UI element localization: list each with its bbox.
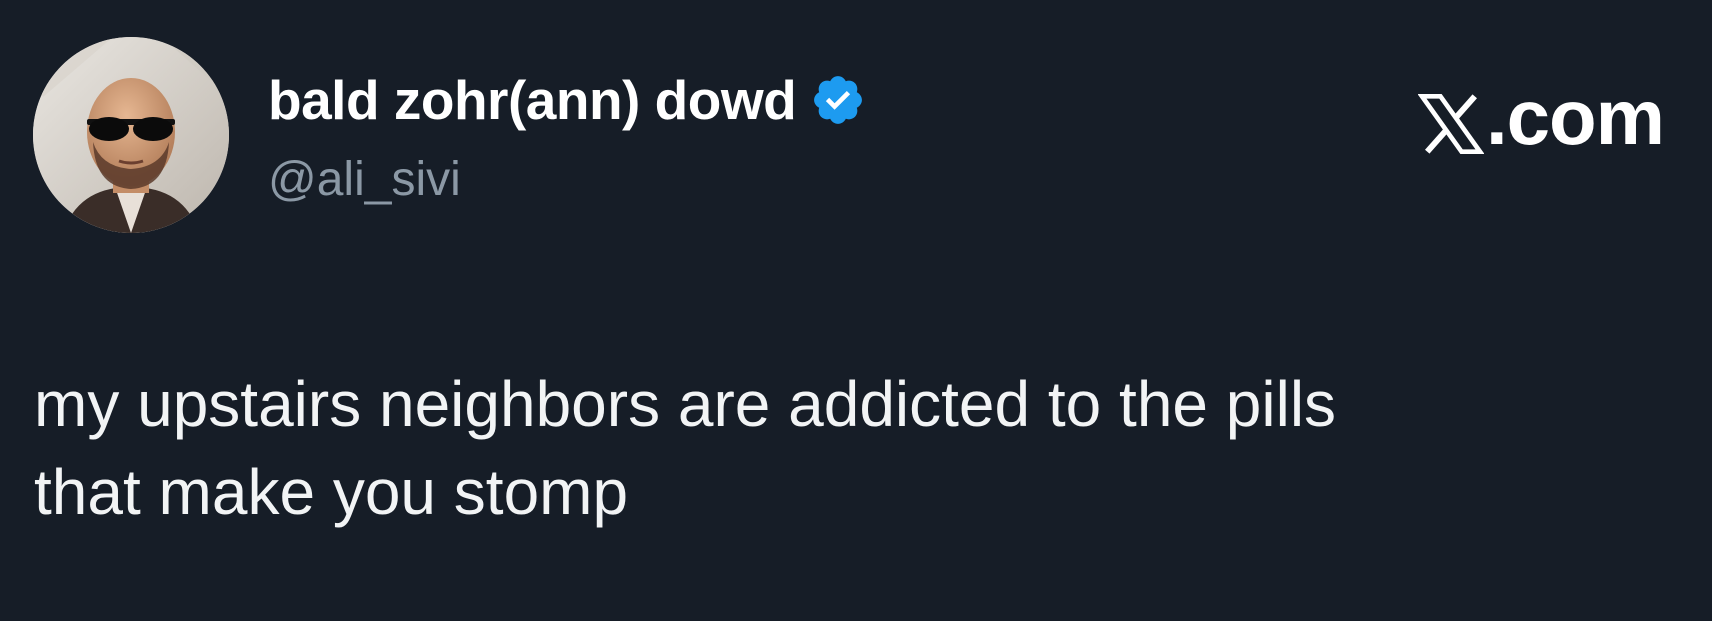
avatar-photo	[33, 37, 229, 233]
site-brand: .com	[1417, 72, 1665, 163]
site-domain-label: .com	[1485, 73, 1665, 161]
verified-badge-icon	[810, 72, 866, 128]
tweet-card: bald zohr(ann) dowd @ali_sivi .com my up…	[0, 0, 1712, 621]
x-logo-icon	[1417, 85, 1485, 154]
author-handle[interactable]: @ali_sivi	[268, 152, 461, 207]
avatar[interactable]	[33, 37, 229, 233]
author-name-row: bald zohr(ann) dowd	[268, 64, 866, 136]
tweet-text: my upstairs neighbors are addicted to th…	[34, 368, 1337, 528]
author-display-name[interactable]: bald zohr(ann) dowd	[268, 68, 797, 132]
